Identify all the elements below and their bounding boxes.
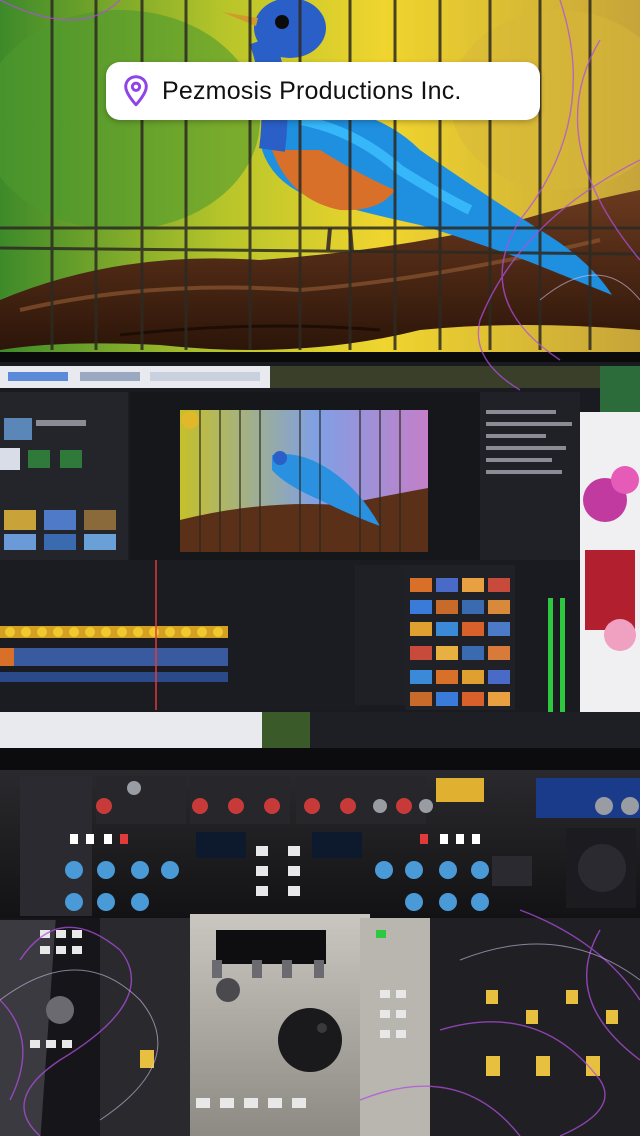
editing-monitor bbox=[0, 362, 640, 770]
mixing-console bbox=[0, 914, 640, 1136]
location-sticker[interactable]: Pezmosis Productions Inc. bbox=[106, 62, 540, 120]
bird-photo-monitor bbox=[0, 0, 640, 362]
studio-photo bbox=[0, 0, 640, 1136]
outboard-rack bbox=[0, 770, 640, 920]
location-text: Pezmosis Productions Inc. bbox=[162, 76, 462, 105]
location-pin-icon bbox=[124, 75, 148, 107]
